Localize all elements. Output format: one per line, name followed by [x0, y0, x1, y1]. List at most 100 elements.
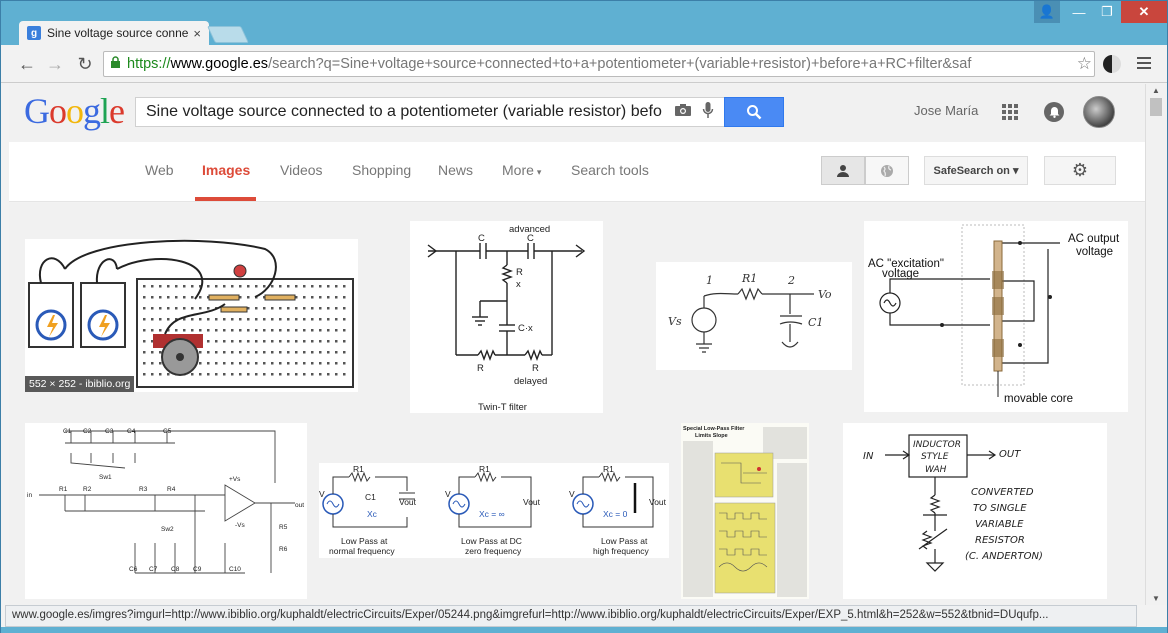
lowpass-caption-b1: Low Pass at DC: [461, 536, 522, 546]
lowpass-caption-c2: high frequency: [593, 546, 650, 556]
address-bar[interactable]: https://www.google.es/search?q=Sine+volt…: [103, 51, 1095, 77]
profile-user-icon[interactable]: 👤: [1034, 1, 1060, 23]
scrollbar-thumb[interactable]: [1150, 98, 1162, 116]
breadboard-hole: [263, 373, 266, 376]
filter-c7: C7: [149, 566, 158, 573]
global-results-button[interactable]: [865, 156, 909, 185]
personal-results-button[interactable]: [821, 156, 865, 185]
scroll-up-icon[interactable]: ▲: [1152, 86, 1160, 95]
breadboard-hole: [311, 340, 314, 343]
breadboard-hole: [295, 362, 298, 365]
breadboard-hole: [159, 373, 162, 376]
notifications-bell-icon[interactable]: [1044, 102, 1064, 122]
filter-out-label: out: [295, 502, 304, 509]
breadboard-hole: [191, 373, 194, 376]
breadboard-hole: [271, 362, 274, 365]
breadboard-hole: [335, 340, 338, 343]
breadboard-hole: [151, 296, 154, 299]
apps-grid-icon[interactable]: [1002, 104, 1018, 120]
camera-icon[interactable]: [674, 103, 692, 122]
tab-close-icon[interactable]: ×: [193, 26, 201, 41]
breadboard-hole: [215, 318, 218, 321]
breadboard-hole: [143, 285, 146, 288]
tab-web[interactable]: Web: [145, 162, 174, 178]
microphone-icon[interactable]: [702, 101, 714, 124]
breadboard-hole: [343, 296, 346, 299]
image-result-breadboard[interactable]: 552 × 252 - ibiblio.org: [25, 239, 358, 392]
lowpass-r1-b: R1: [479, 464, 490, 474]
image-result-twin-t[interactable]: advanced C C R x C·x R R delayed Twin-T …: [410, 221, 603, 413]
image-result-switched-filter[interactable]: C1 C2 C3 C4 C5 Sw1 Sw2 R1 R2 R3 R4 R5 R6…: [25, 423, 307, 599]
tab-videos[interactable]: Videos: [280, 162, 323, 178]
breadboard-hole: [319, 307, 322, 310]
breadboard-hole: [327, 351, 330, 354]
image-result-hand-rc[interactable]: 1 R1 2 Vs Vo C1: [656, 262, 852, 370]
tab-news[interactable]: News: [438, 162, 473, 178]
user-name[interactable]: Jose María: [914, 103, 978, 118]
breadboard-hole: [327, 296, 330, 299]
filter-c8: C8: [171, 566, 180, 573]
breadboard-hole: [207, 318, 210, 321]
breadboard-hole: [167, 285, 170, 288]
new-tab-button[interactable]: [207, 26, 249, 43]
wah-in-label: IN: [863, 451, 874, 462]
image-result-article[interactable]: Special Low-Pass Filter Limits Slope: [681, 423, 809, 599]
tab-more[interactable]: More ▾: [502, 162, 541, 178]
wah-box-line-1: INDUCTOR: [913, 440, 961, 450]
reload-icon[interactable]: ↻: [73, 52, 97, 76]
tab-shopping[interactable]: Shopping: [352, 162, 411, 178]
breadboard-hole: [263, 318, 266, 321]
minimize-button[interactable]: —: [1065, 1, 1093, 23]
breadboard-hole: [287, 373, 290, 376]
breadboard-hole: [327, 285, 330, 288]
breadboard-hole: [271, 285, 274, 288]
image-result-low-pass[interactable]: R1 R1 R1 C1 V V V Vout Vout Vout Xc Xc =…: [319, 463, 669, 558]
google-logo[interactable]: Google: [24, 90, 125, 132]
scroll-down-icon[interactable]: ▼: [1152, 594, 1160, 603]
avatar[interactable]: [1083, 96, 1115, 128]
tab-search-tools[interactable]: Search tools: [571, 162, 649, 178]
breadboard-hole: [303, 329, 306, 332]
maximize-button[interactable]: ❐: [1093, 1, 1121, 23]
browser-tab[interactable]: g Sine voltage source conne ×: [19, 21, 209, 45]
breadboard-hole: [279, 285, 282, 288]
breadboard-hole: [167, 318, 170, 321]
filter-r5: R5: [279, 524, 288, 531]
back-icon[interactable]: ←: [15, 52, 39, 76]
image-result-wah[interactable]: IN OUT INDUCTOR STYLE WAH CONVERTED TO S…: [843, 423, 1107, 599]
extension-contrast-icon[interactable]: [1103, 55, 1121, 73]
tab-images[interactable]: Images: [202, 162, 250, 178]
search-button[interactable]: [724, 97, 784, 127]
breadboard-hole: [343, 307, 346, 310]
breadboard-hole: [295, 351, 298, 354]
safesearch-dropdown[interactable]: SafeSearch on ▾: [924, 156, 1028, 185]
breadboard-hole: [159, 351, 162, 354]
low-pass-image: R1 R1 R1 C1 V V V Vout Vout Vout Xc Xc =…: [319, 463, 669, 558]
filter-r1: R1: [59, 486, 68, 493]
breadboard-hole: [223, 329, 226, 332]
breadboard-hole: [303, 285, 306, 288]
lowpass-xc-inf: Xc = ∞: [479, 509, 505, 519]
breadboard-hole: [183, 296, 186, 299]
menu-hamburger-icon[interactable]: [1137, 57, 1151, 72]
search-input[interactable]: Sine voltage source connected to a poten…: [135, 97, 725, 127]
breadboard-hole: [271, 351, 274, 354]
hand-rc-vo-label: Vo: [818, 288, 832, 301]
breadboard-hole: [191, 285, 194, 288]
breadboard-hole: [247, 362, 250, 365]
breadboard-hole: [183, 285, 186, 288]
breadboard-hole: [279, 307, 282, 310]
breadboard-hole: [335, 373, 338, 376]
image-result-lvdt[interactable]: AC output voltage AC "excitation" voltag…: [864, 221, 1128, 412]
forward-icon[interactable]: →: [43, 52, 67, 76]
breadboard-hole: [311, 373, 314, 376]
settings-gear-icon[interactable]: ⚙: [1044, 156, 1116, 185]
lock-icon: [110, 56, 121, 72]
breadboard-hole: [287, 329, 290, 332]
breadboard-hole: [183, 307, 186, 310]
close-window-button[interactable]: ✕: [1121, 1, 1167, 23]
bookmark-star-icon[interactable]: ☆: [1074, 54, 1092, 74]
breadboard-hole: [159, 318, 162, 321]
vertical-scrollbar[interactable]: ▲ ▼: [1145, 84, 1167, 605]
search-icon: [747, 105, 762, 120]
